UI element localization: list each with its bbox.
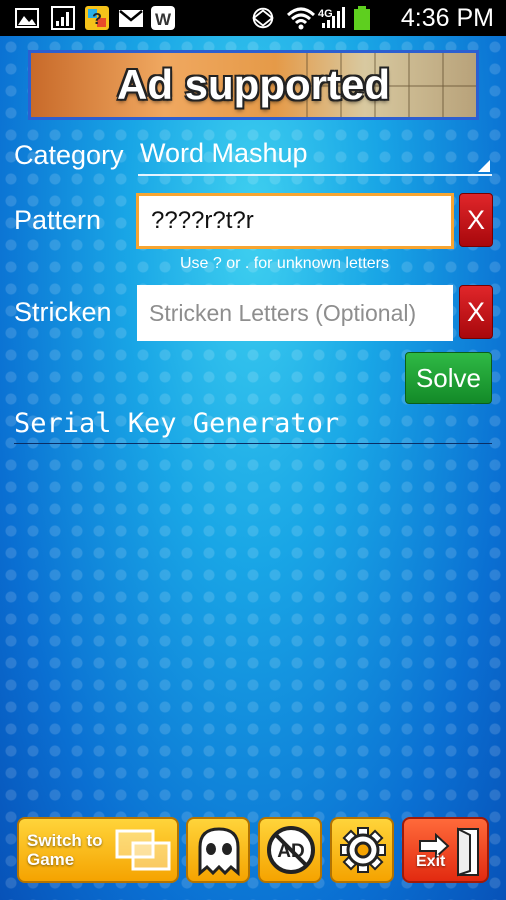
mail-icon xyxy=(119,10,143,27)
svg-text:4G: 4G xyxy=(318,8,333,20)
svg-text:?: ? xyxy=(92,11,102,28)
switch-to-game-label: Switch to Game xyxy=(27,831,103,869)
result-title: Serial Key Generator xyxy=(14,408,492,444)
category-dropdown[interactable]: Word Mashup xyxy=(138,138,492,176)
ad-banner[interactable]: Ad supported xyxy=(28,50,479,120)
clock: 4:36 PM xyxy=(400,4,494,32)
ghost-icon xyxy=(198,827,240,877)
remove-ads-button[interactable]: AD xyxy=(258,817,322,883)
signal-bars-icon xyxy=(51,6,75,30)
status-bar: ? W 4G 4:36 PM xyxy=(0,0,506,36)
gallery-icon xyxy=(15,8,39,28)
words-app-icon: W xyxy=(151,6,175,30)
gear-icon xyxy=(340,827,386,873)
clear-stricken-button[interactable]: X xyxy=(459,285,493,339)
category-selected-value: Word Mashup xyxy=(140,138,308,168)
stricken-input[interactable] xyxy=(137,285,453,341)
battery-icon xyxy=(354,6,370,30)
category-label: Category xyxy=(14,140,124,170)
pattern-label: Pattern xyxy=(14,205,102,235)
pattern-input[interactable] xyxy=(136,193,454,249)
nfc-icon xyxy=(252,7,274,29)
pattern-hint: Use ? or . for unknown letters xyxy=(180,255,389,272)
wifi-icon xyxy=(286,7,316,30)
svg-text:W: W xyxy=(155,10,172,29)
stricken-label: Stricken xyxy=(14,297,112,327)
exit-label: Exit xyxy=(416,853,446,870)
clear-pattern-button[interactable]: X xyxy=(459,193,493,247)
network-4g-icon: 4G xyxy=(318,7,345,28)
app-notification-icon: ? xyxy=(85,6,109,30)
exit-button[interactable]: Exit xyxy=(402,817,489,883)
settings-button[interactable] xyxy=(330,817,394,883)
switch-windows-icon xyxy=(115,829,171,871)
no-ads-icon: AD xyxy=(267,826,315,874)
switch-to-game-button[interactable]: Switch to Game xyxy=(17,817,179,883)
solve-button[interactable]: Solve xyxy=(405,352,492,404)
ghost-button[interactable] xyxy=(186,817,250,883)
dropdown-arrow-icon xyxy=(478,160,490,172)
ad-banner-text: Ad supported xyxy=(117,61,390,108)
